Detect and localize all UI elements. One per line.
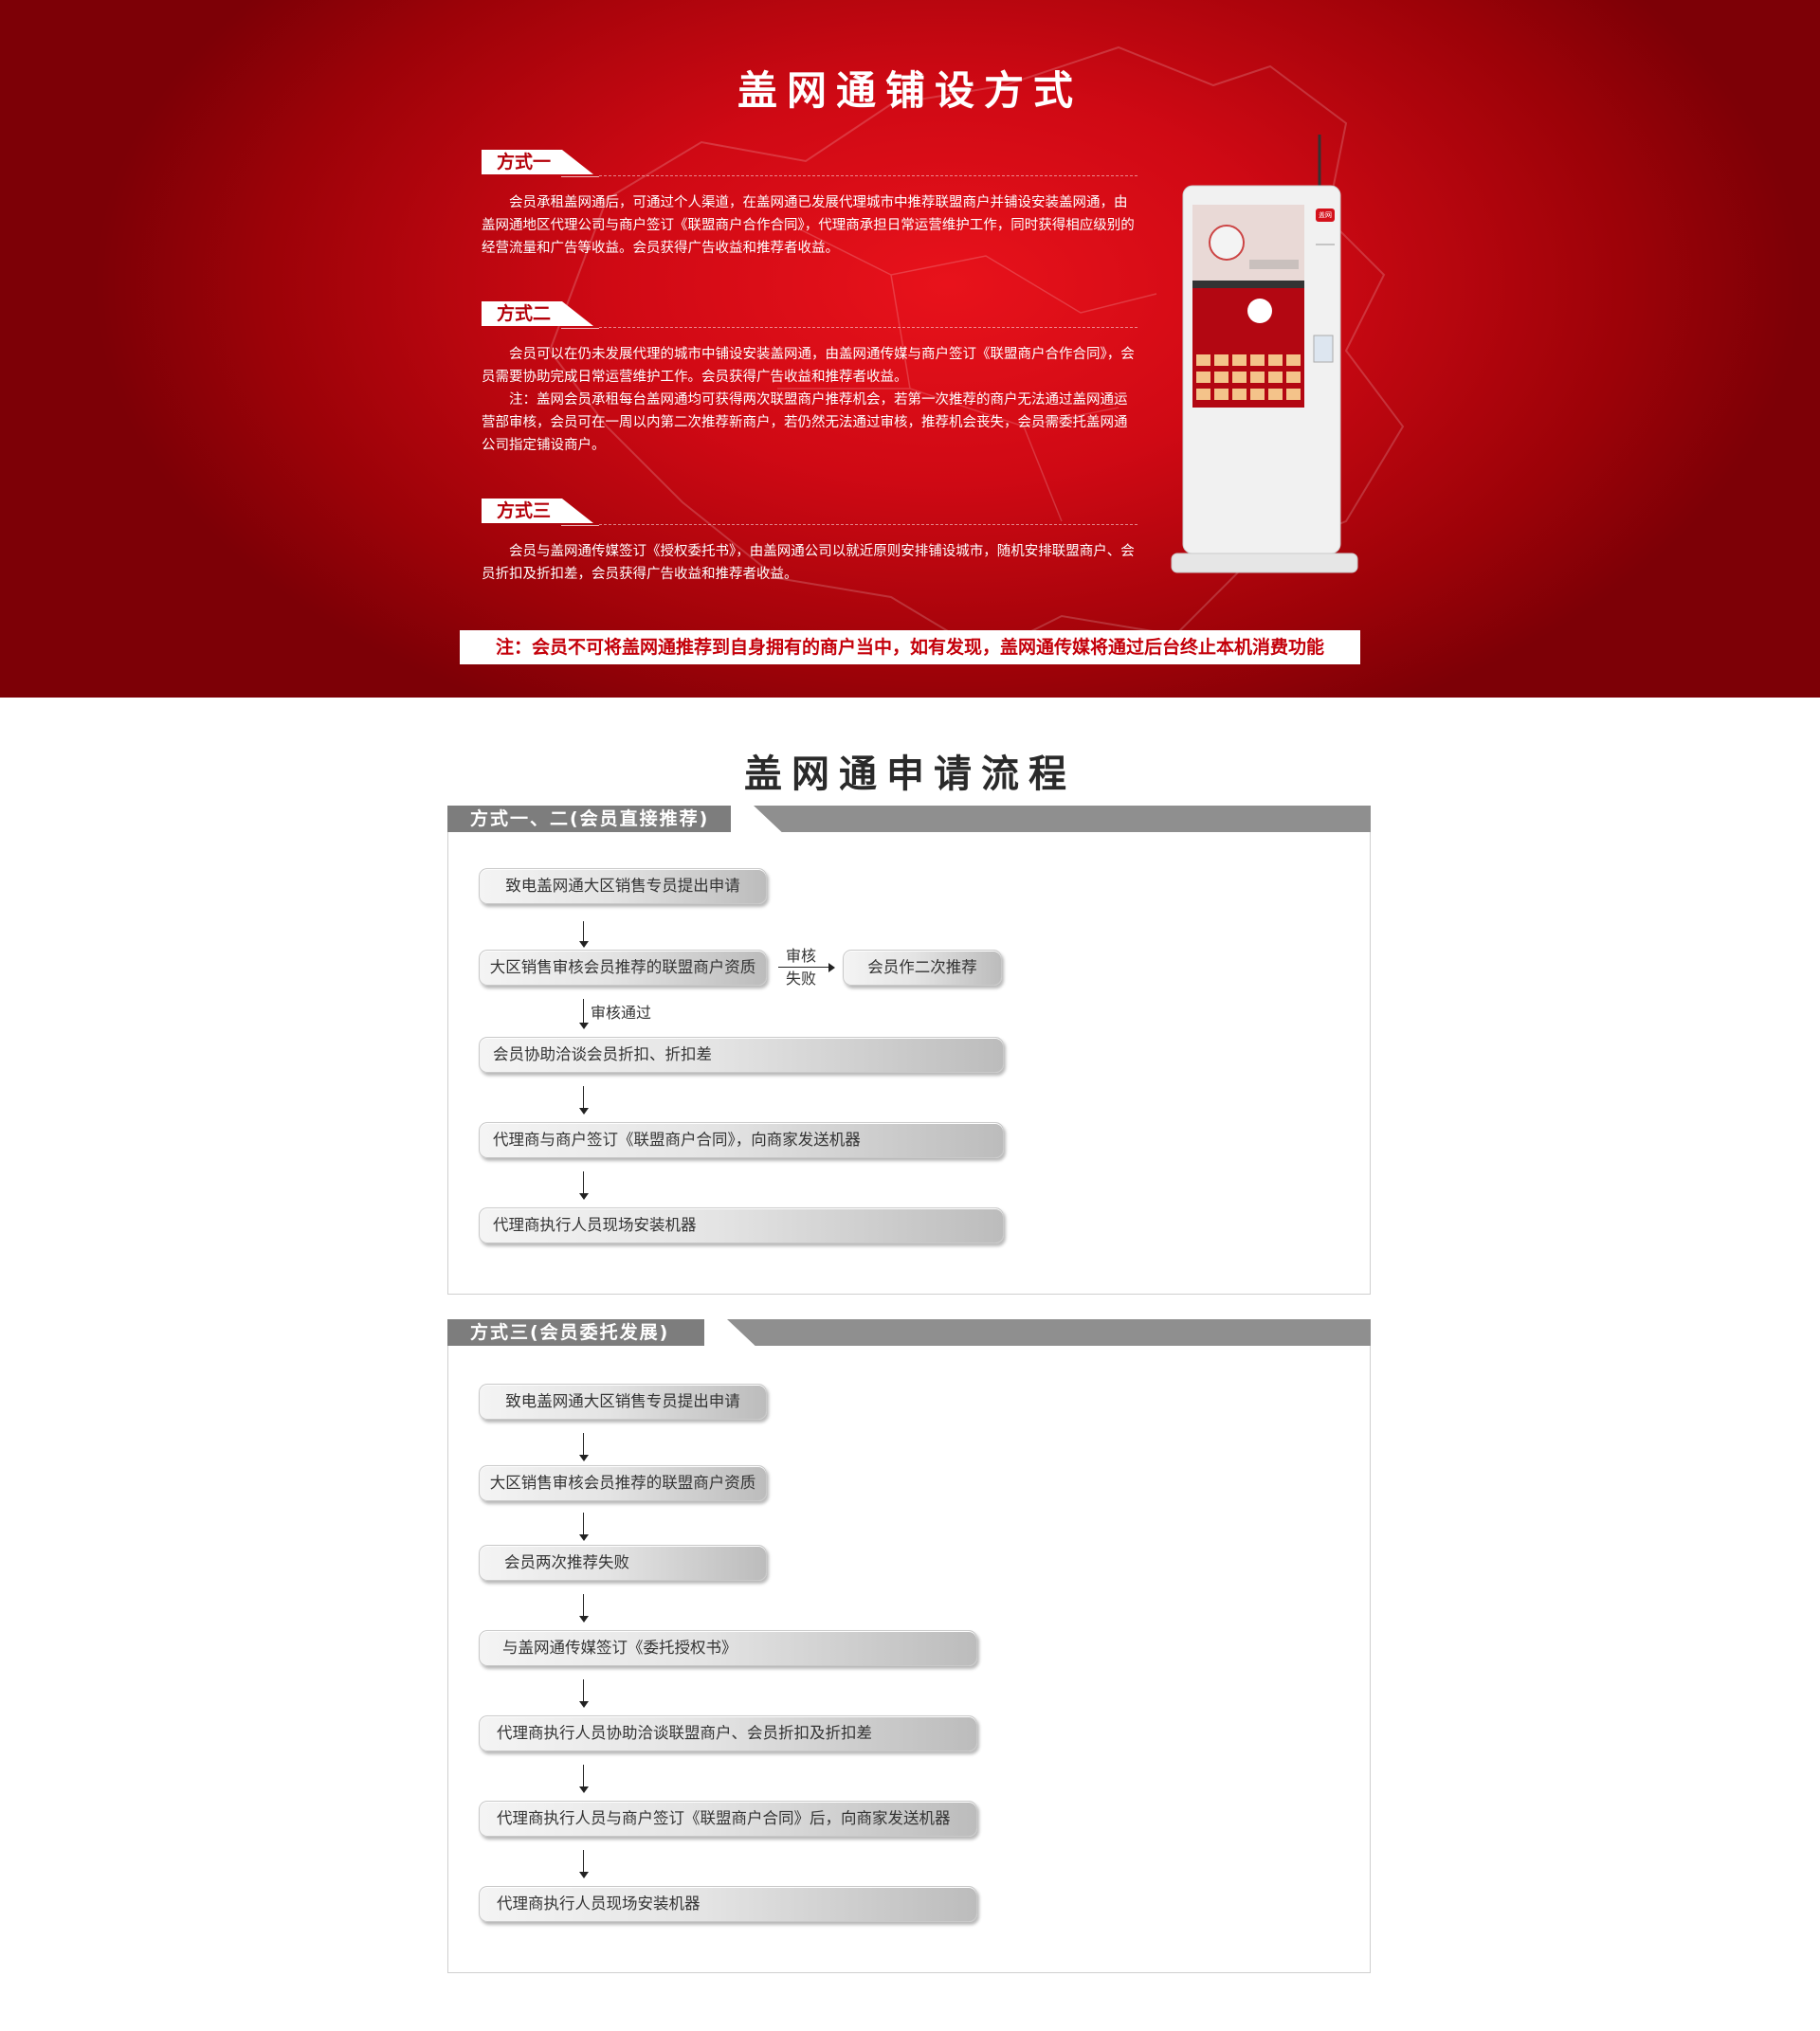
kiosk-logo: 盖网 (1319, 211, 1332, 219)
flow-step: 大区销售审核会员推荐的联盟商户资质 (479, 1465, 767, 1501)
process-panel-one: 方式一、二(会员直接推荐) 致电盖网通大区销售专员提出申请 大区销售审核会员推荐… (447, 806, 1371, 1295)
layout-methods-title: 盖网通铺设方式 (737, 67, 1083, 114)
method-three-section: 方式三 会员与盖网通传媒签订《授权委托书》，由盖网通公司以就近原则安排铺设城市，… (482, 499, 1138, 586)
flow-step: 致电盖网通大区销售专员提出申请 (479, 1384, 767, 1420)
down-arrow-icon (579, 1594, 589, 1623)
method-two-section: 方式二 会员可以在仍未发展代理的城市中铺设安装盖网通，由盖网通传媒与商户签订《联… (482, 301, 1138, 457)
down-arrow-icon (579, 1513, 589, 1541)
method-two-text: 会员可以在仍未发展代理的城市中铺设安装盖网通，由盖网通传媒与商户签订《联盟商户合… (482, 347, 1135, 453)
branch-label-fail: 失败 (786, 970, 817, 988)
flow-step: 代理商执行人员与商户签订《联盟商户合同》后，向商家发送机器 (479, 1801, 977, 1837)
flow-step: 致电盖网通大区销售专员提出申请 (479, 868, 767, 904)
flow-step: 大区销售审核会员推荐的联盟商户资质 (479, 950, 767, 986)
down-arrow-icon (579, 1171, 589, 1200)
method-one-text: 会员承租盖网通后，可通过个人渠道，在盖网通已发展代理城市中推荐联盟商户并铺设安装… (482, 195, 1135, 256)
hero-banner: 盖网通铺设方式 方式一 会员承租盖网通后，可通过个人渠道，在盖网通已发展代理城市… (0, 0, 1820, 698)
down-arrow-icon (579, 1433, 589, 1461)
flow-step: 代理商执行人员现场安装机器 (479, 1886, 977, 1922)
process-panel-two: 方式三(会员委托发展) 致电盖网通大区销售专员提出申请 大区销售审核会员推荐的联… (447, 1319, 1371, 1973)
flow-step-branch: 会员作二次推荐 (843, 950, 1002, 986)
flow-step: 与盖网通传媒签订《委托授权书》 (479, 1630, 977, 1666)
method-three-text: 会员与盖网通传媒签订《授权委托书》，由盖网通公司以就近原则安排铺设城市，随机安排… (482, 544, 1135, 582)
process-panel-one-tab: 方式一、二(会员直接推荐) (447, 806, 732, 832)
down-arrow-icon (579, 1086, 589, 1115)
flow-step: 会员协助洽谈会员折扣、折扣差 (479, 1037, 1004, 1073)
flow-step: 代理商执行人员协助洽谈联盟商户、会员折扣及折扣差 (479, 1715, 977, 1751)
down-arrow-icon (579, 921, 589, 948)
down-arrow-icon (579, 1765, 589, 1793)
down-arrow-icon (579, 1850, 589, 1878)
process-panel-two-tab: 方式三(会员委托发展) (447, 1319, 705, 1346)
notice-banner: 注：会员不可将盖网通推荐到自身拥有的商户当中，如有发现，盖网通传媒将通过后台终止… (460, 630, 1360, 664)
kiosk-image: 盖网 (1170, 133, 1359, 578)
flow-step: 代理商与商户签订《联盟商户合同》，向商家发送机器 (479, 1122, 1004, 1158)
flow-step: 代理商执行人员现场安装机器 (479, 1207, 1004, 1243)
application-process-title: 盖网通申请流程 (744, 753, 1076, 796)
method-one-section: 方式一 会员承租盖网通后，可通过个人渠道，在盖网通已发展代理城市中推荐联盟商户并… (482, 150, 1138, 260)
pass-label: 审核通过 (591, 1004, 652, 1022)
down-arrow-icon (579, 1679, 589, 1708)
flow-step: 会员两次推荐失败 (479, 1545, 767, 1581)
down-arrow-icon (579, 999, 589, 1029)
